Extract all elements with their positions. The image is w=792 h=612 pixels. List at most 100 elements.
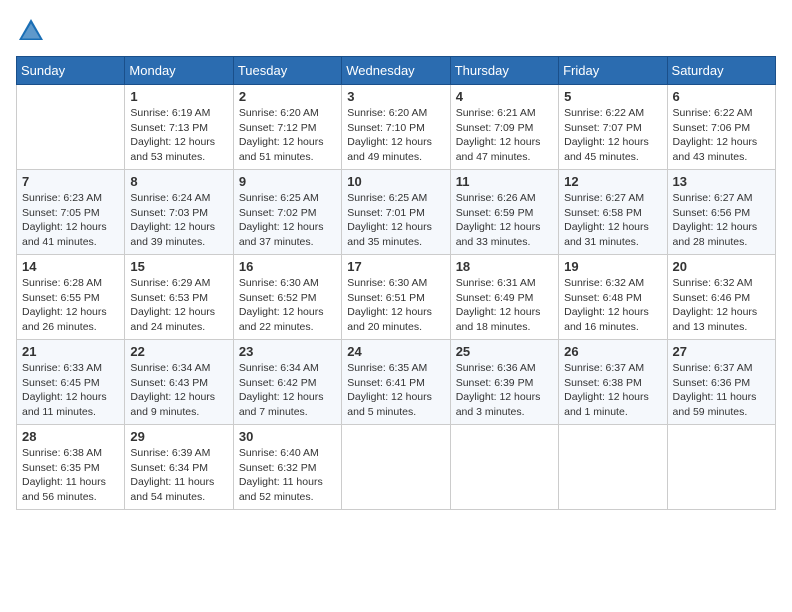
calendar-week-1: 1 Sunrise: 6:19 AM Sunset: 7:13 PM Daylig… [17, 85, 776, 170]
day-number: 29 [130, 429, 227, 444]
calendar-cell [667, 425, 775, 510]
calendar-cell: 13Sunrise: 6:27 AM Sunset: 6:56 PM Dayli… [667, 170, 775, 255]
calendar-cell: 9 Sunrise: 6:25 AM Sunset: 7:02 PM Daylig… [233, 170, 341, 255]
day-number: 6 [673, 89, 770, 104]
calendar-week-5: 28Sunrise: 6:38 AM Sunset: 6:35 PM Dayli… [17, 425, 776, 510]
cell-info: Sunrise: 6:21 AM Sunset: 7:09 PM Dayligh… [456, 106, 553, 165]
calendar-cell: 17Sunrise: 6:30 AM Sunset: 6:51 PM Dayli… [342, 255, 450, 340]
calendar-cell [342, 425, 450, 510]
day-number: 1 [130, 89, 227, 104]
day-number: 3 [347, 89, 444, 104]
cell-info: Sunrise: 6:33 AM Sunset: 6:45 PM Dayligh… [22, 361, 119, 420]
day-number: 8 [130, 174, 227, 189]
calendar-week-3: 14 Sunrise: 6:28 AM Sunset: 6:55 PM Dayli… [17, 255, 776, 340]
cell-info: Sunrise: 6:32 AM Sunset: 6:46 PM Dayligh… [673, 276, 770, 335]
day-number: 26 [564, 344, 661, 359]
calendar-header-friday: Friday [559, 57, 667, 85]
calendar-cell: 6 Sunrise: 6:22 AM Sunset: 7:06 PM Daylig… [667, 85, 775, 170]
calendar-cell: 22 Sunrise: 6:34 AM Sunset: 6:43 PM Dayli… [125, 340, 233, 425]
cell-info: Sunrise: 6:34 AM Sunset: 6:42 PM Dayligh… [239, 361, 336, 420]
cell-info: Sunrise: 6:22 AM Sunset: 7:07 PM Dayligh… [564, 106, 661, 165]
day-number: 23 [239, 344, 336, 359]
calendar-header-monday: Monday [125, 57, 233, 85]
calendar-cell: 30 Sunrise: 6:40 AM Sunset: 6:32 PM Dayli… [233, 425, 341, 510]
cell-info: Sunrise: 6:40 AM Sunset: 6:32 PM Dayligh… [239, 446, 336, 505]
calendar-header-thursday: Thursday [450, 57, 558, 85]
cell-info: Sunrise: 6:20 AM Sunset: 7:10 PM Dayligh… [347, 106, 444, 165]
cell-info: Sunrise: 6:28 AM Sunset: 6:55 PM Dayligh… [22, 276, 119, 335]
cell-info: Sunrise: 6:26 AM Sunset: 6:59 PM Dayligh… [456, 191, 553, 250]
calendar-cell [17, 85, 125, 170]
cell-info: Sunrise: 6:37 AM Sunset: 6:36 PM Dayligh… [673, 361, 770, 420]
cell-info: Sunrise: 6:24 AM Sunset: 7:03 PM Dayligh… [130, 191, 227, 250]
calendar-table: SundayMondayTuesdayWednesdayThursdayFrid… [16, 56, 776, 510]
calendar-cell: 24 Sunrise: 6:35 AM Sunset: 6:41 PM Dayli… [342, 340, 450, 425]
calendar-cell: 27 Sunrise: 6:37 AM Sunset: 6:36 PM Dayli… [667, 340, 775, 425]
day-number: 18 [456, 259, 553, 274]
day-number: 9 [239, 174, 336, 189]
day-number: 11 [456, 174, 553, 189]
calendar-header-tuesday: Tuesday [233, 57, 341, 85]
calendar-cell: 25 Sunrise: 6:36 AM Sunset: 6:39 PM Dayli… [450, 340, 558, 425]
calendar-cell: 4Sunrise: 6:21 AM Sunset: 7:09 PM Daylig… [450, 85, 558, 170]
calendar-cell: 28Sunrise: 6:38 AM Sunset: 6:35 PM Dayli… [17, 425, 125, 510]
day-number: 16 [239, 259, 336, 274]
day-number: 10 [347, 174, 444, 189]
calendar-cell: 26Sunrise: 6:37 AM Sunset: 6:38 PM Dayli… [559, 340, 667, 425]
calendar-cell: 19Sunrise: 6:32 AM Sunset: 6:48 PM Dayli… [559, 255, 667, 340]
day-number: 30 [239, 429, 336, 444]
cell-info: Sunrise: 6:29 AM Sunset: 6:53 PM Dayligh… [130, 276, 227, 335]
calendar-header-wednesday: Wednesday [342, 57, 450, 85]
calendar-cell: 14 Sunrise: 6:28 AM Sunset: 6:55 PM Dayli… [17, 255, 125, 340]
day-number: 20 [673, 259, 770, 274]
day-number: 2 [239, 89, 336, 104]
cell-info: Sunrise: 6:36 AM Sunset: 6:39 PM Dayligh… [456, 361, 553, 420]
cell-info: Sunrise: 6:35 AM Sunset: 6:41 PM Dayligh… [347, 361, 444, 420]
day-number: 21 [22, 344, 119, 359]
calendar-cell: 16 Sunrise: 6:30 AM Sunset: 6:52 PM Dayli… [233, 255, 341, 340]
calendar-week-4: 21 Sunrise: 6:33 AM Sunset: 6:45 PM Dayli… [17, 340, 776, 425]
cell-info: Sunrise: 6:30 AM Sunset: 6:51 PM Dayligh… [347, 276, 444, 335]
calendar-cell: 18 Sunrise: 6:31 AM Sunset: 6:49 PM Dayli… [450, 255, 558, 340]
logo [16, 16, 50, 46]
cell-info: Sunrise: 6:39 AM Sunset: 6:34 PM Dayligh… [130, 446, 227, 505]
cell-info: Sunrise: 6:34 AM Sunset: 6:43 PM Dayligh… [130, 361, 227, 420]
cell-info: Sunrise: 6:25 AM Sunset: 7:01 PM Dayligh… [347, 191, 444, 250]
calendar-cell: 11 Sunrise: 6:26 AM Sunset: 6:59 PM Dayli… [450, 170, 558, 255]
cell-info: Sunrise: 6:30 AM Sunset: 6:52 PM Dayligh… [239, 276, 336, 335]
calendar-header-sunday: Sunday [17, 57, 125, 85]
day-number: 24 [347, 344, 444, 359]
cell-info: Sunrise: 6:27 AM Sunset: 6:58 PM Dayligh… [564, 191, 661, 250]
calendar-cell: 29 Sunrise: 6:39 AM Sunset: 6:34 PM Dayli… [125, 425, 233, 510]
day-number: 15 [130, 259, 227, 274]
day-number: 5 [564, 89, 661, 104]
page-header [16, 16, 776, 46]
cell-info: Sunrise: 6:31 AM Sunset: 6:49 PM Dayligh… [456, 276, 553, 335]
day-number: 22 [130, 344, 227, 359]
cell-info: Sunrise: 6:19 AM Sunset: 7:13 PM Dayligh… [130, 106, 227, 165]
day-number: 13 [673, 174, 770, 189]
cell-info: Sunrise: 6:25 AM Sunset: 7:02 PM Dayligh… [239, 191, 336, 250]
day-number: 7 [22, 174, 119, 189]
day-number: 12 [564, 174, 661, 189]
calendar-week-2: 7Sunrise: 6:23 AM Sunset: 7:05 PM Daylig… [17, 170, 776, 255]
calendar-cell: 23 Sunrise: 6:34 AM Sunset: 6:42 PM Dayli… [233, 340, 341, 425]
day-number: 19 [564, 259, 661, 274]
calendar-cell: 7Sunrise: 6:23 AM Sunset: 7:05 PM Daylig… [17, 170, 125, 255]
calendar-header-saturday: Saturday [667, 57, 775, 85]
calendar-cell [559, 425, 667, 510]
day-number: 25 [456, 344, 553, 359]
calendar-cell: 10 Sunrise: 6:25 AM Sunset: 7:01 PM Dayli… [342, 170, 450, 255]
calendar-cell: 3 Sunrise: 6:20 AM Sunset: 7:10 PM Daylig… [342, 85, 450, 170]
calendar-cell: 12 Sunrise: 6:27 AM Sunset: 6:58 PM Dayli… [559, 170, 667, 255]
day-number: 14 [22, 259, 119, 274]
calendar-cell [450, 425, 558, 510]
cell-info: Sunrise: 6:20 AM Sunset: 7:12 PM Dayligh… [239, 106, 336, 165]
calendar-cell: 8 Sunrise: 6:24 AM Sunset: 7:03 PM Daylig… [125, 170, 233, 255]
calendar-cell: 5 Sunrise: 6:22 AM Sunset: 7:07 PM Daylig… [559, 85, 667, 170]
calendar-cell: 20 Sunrise: 6:32 AM Sunset: 6:46 PM Dayli… [667, 255, 775, 340]
calendar-header-row: SundayMondayTuesdayWednesdayThursdayFrid… [17, 57, 776, 85]
cell-info: Sunrise: 6:22 AM Sunset: 7:06 PM Dayligh… [673, 106, 770, 165]
logo-icon [16, 16, 46, 46]
day-number: 27 [673, 344, 770, 359]
